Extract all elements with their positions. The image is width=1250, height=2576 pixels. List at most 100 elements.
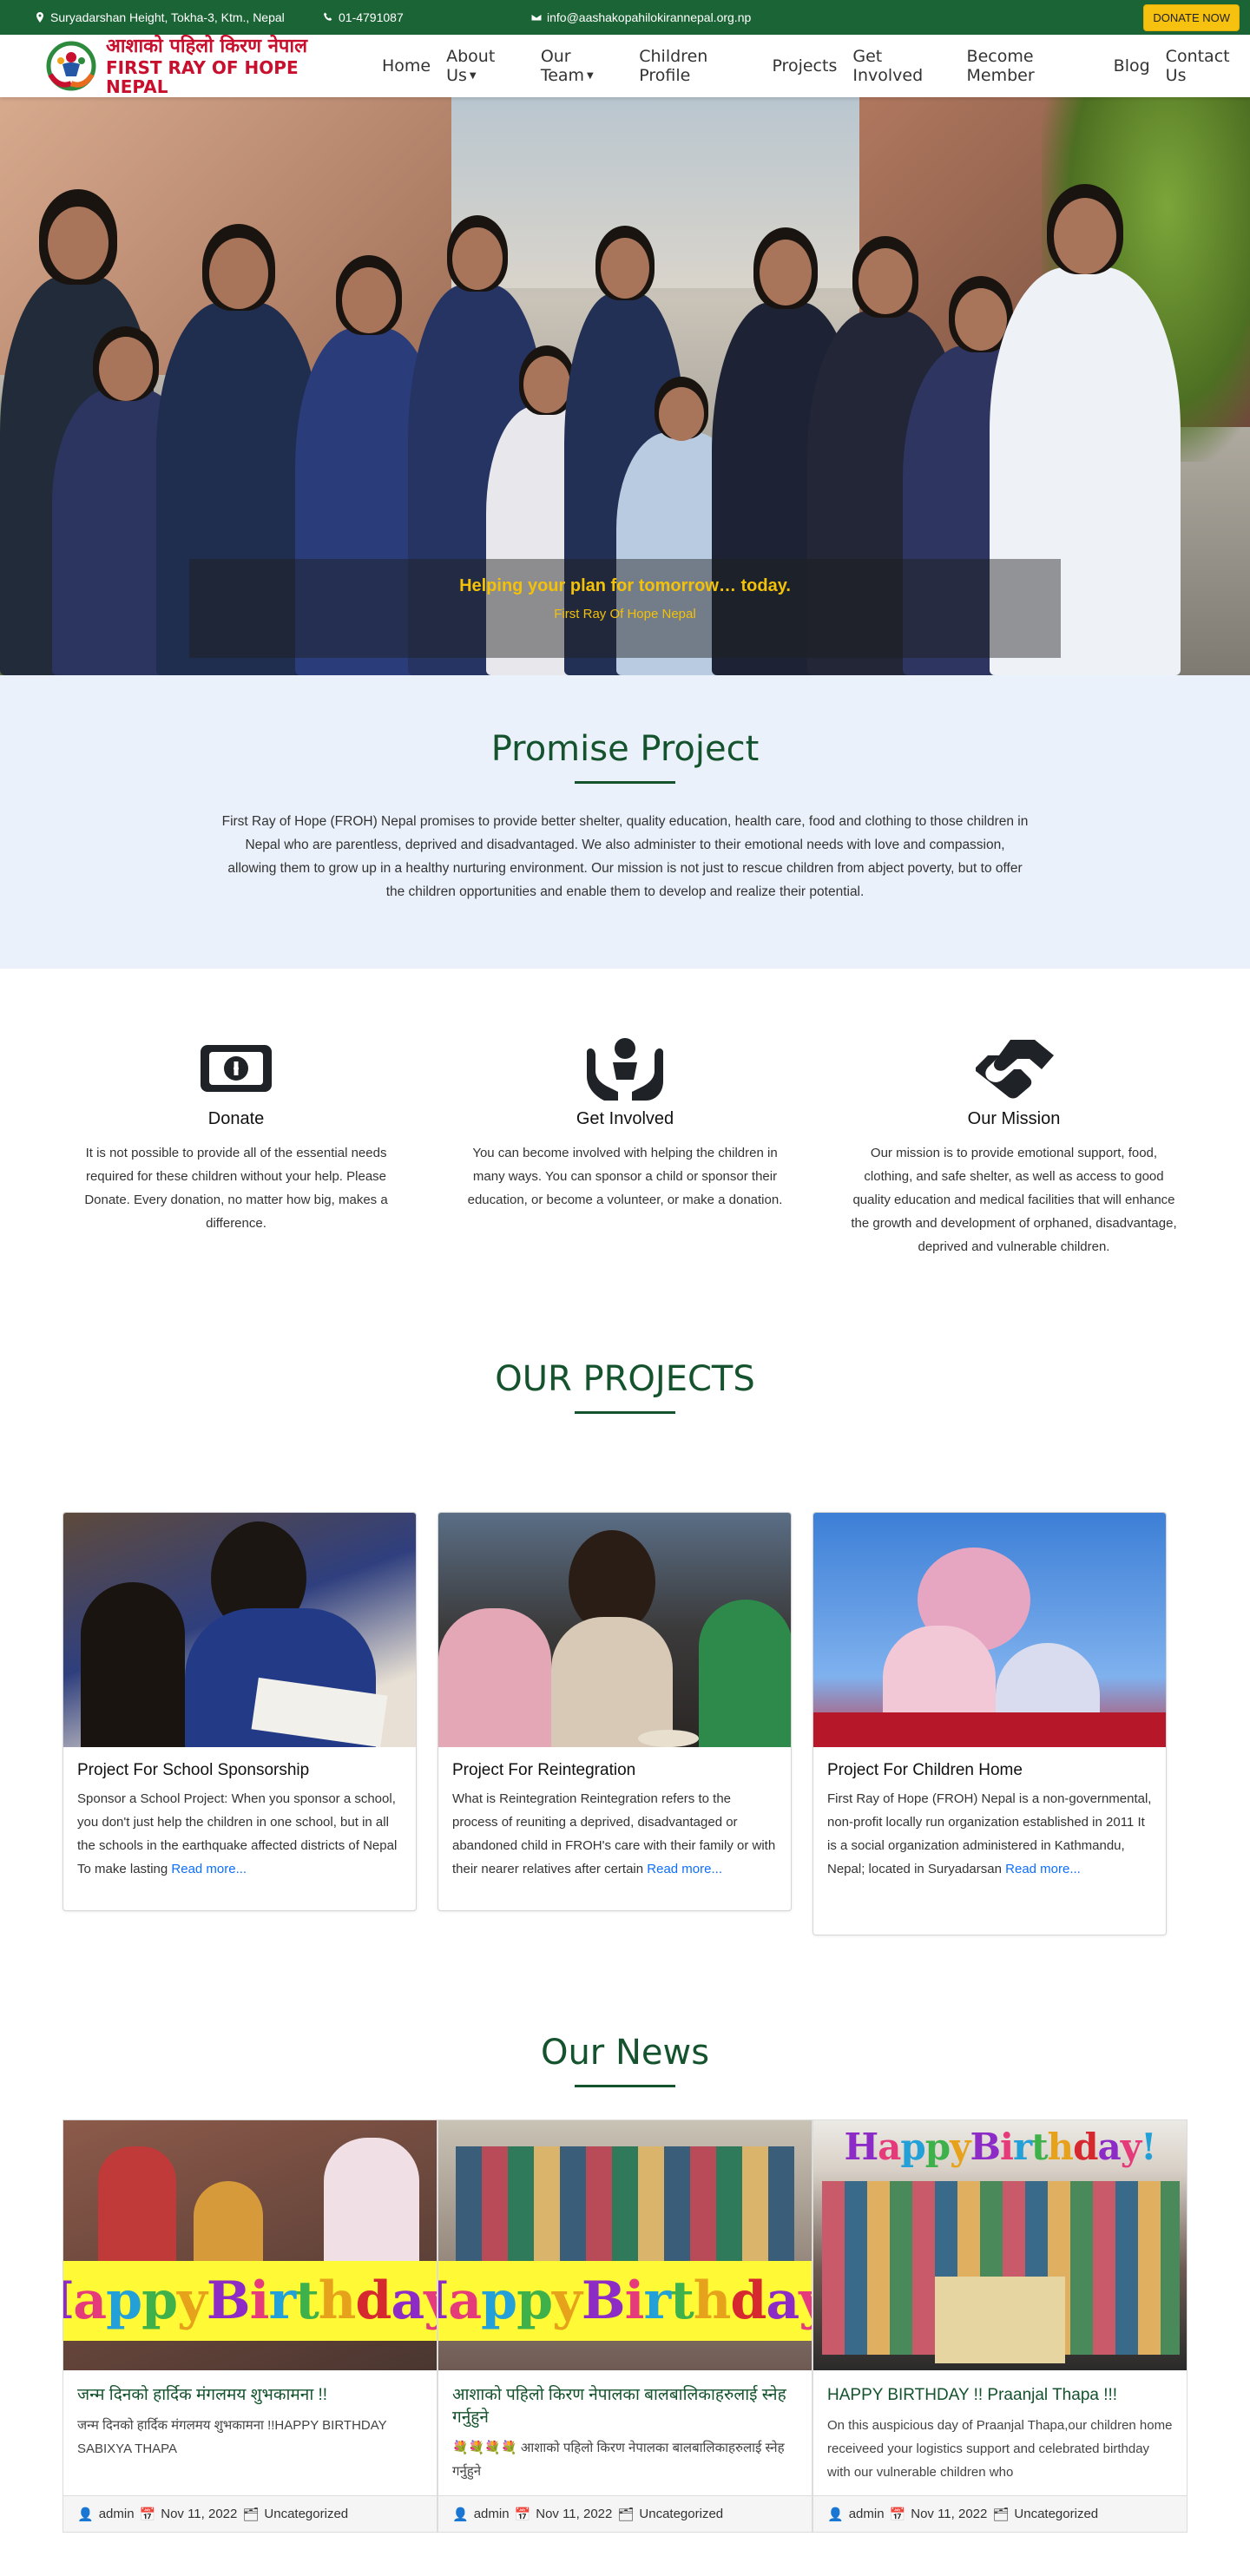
project-title[interactable]: Project For Reintegration — [452, 1761, 777, 1780]
news-author[interactable]: admin — [99, 2507, 135, 2521]
news-date: Nov 11, 2022 — [536, 2507, 613, 2521]
main-menu: Home About Us ▼ Our Team ▼ Children Profil… — [382, 35, 1250, 97]
map-pin-icon — [36, 12, 43, 23]
news-excerpt: On this auspicious day of Praanjal Thapa… — [827, 2418, 1173, 2480]
project-image-reintegration — [438, 1513, 791, 1747]
project-card-reintegration: Project For Reintegration What is Reinte… — [438, 1512, 792, 1911]
projects-title: OUR PROJECTS — [495, 1359, 755, 1399]
project-title[interactable]: Project For School Sponsorship — [77, 1761, 402, 1780]
nav-home[interactable]: Home — [382, 56, 431, 76]
user-icon: 👤 — [77, 2507, 94, 2522]
title-underline — [575, 1411, 675, 1414]
feature-our-mission-text: Our mission is to provide emotional supp… — [851, 1146, 1177, 1254]
project-image-children-home — [813, 1513, 1166, 1747]
hero-caption-title: Helping your plan for tomorrow… today. — [459, 576, 791, 595]
news-meta: 👤 admin 📅 Nov 11, 2022 🗂 Uncategorized — [438, 2495, 812, 2532]
project-image-school-sponsorship — [63, 1513, 416, 1747]
title-underline — [575, 2085, 675, 2087]
address-text: Suryadarshan Height, Tokha-3, Ktm., Nepa… — [50, 10, 285, 24]
logo-name-english: FIRST RAY OF HOPE NEPAL — [106, 57, 299, 97]
user-icon: 👤 — [452, 2507, 469, 2522]
user-icon: 👤 — [827, 2507, 844, 2522]
project-card-school-sponsorship: Project For School Sponsorship Sponsor a… — [62, 1512, 417, 1911]
happy-birthday-banner: Happy Birthday! — [844, 2125, 1156, 2168]
donate-now-button[interactable]: DONATE NOW — [1143, 4, 1240, 31]
read-more-link[interactable]: Read more... — [171, 1862, 247, 1876]
news-excerpt: जन्म दिनको हार्दिक मंगलमय शुभकामना !!HAP… — [77, 2418, 387, 2456]
feature-get-involved: Get Involved You can become involved wit… — [460, 1038, 790, 1212]
calendar-icon: 📅 — [514, 2507, 531, 2522]
site-logo[interactable]: आशाको पहिलो किरण नेपाल FIRST RAY OF HOPE… — [42, 36, 321, 96]
main-navbar: आशाको पहिलो किरण नेपाल FIRST RAY OF HOPE… — [0, 35, 1250, 97]
read-more-link[interactable]: Read more... — [1005, 1862, 1081, 1876]
read-more-link[interactable]: Read more... — [647, 1862, 722, 1876]
happy-birthday-banner: Happy Birthday! — [438, 2261, 812, 2341]
folder-icon: 🗂 — [242, 2507, 260, 2522]
money-bill-icon — [201, 1045, 272, 1092]
news-author[interactable]: admin — [849, 2507, 885, 2521]
feature-get-involved-title: Get Involved — [576, 1109, 674, 1128]
logo-name-nepali: आशाको पहिलो किरण नेपाल — [106, 36, 308, 57]
news-card: Happy Bi r t h d a y! HAPPY BIRTHDAY !! Praanj… — [812, 2119, 1188, 2533]
project-title[interactable]: Project For Children Home — [827, 1761, 1152, 1780]
news-image: Happy Birthday! — [438, 2120, 812, 2370]
news-title[interactable]: HAPPY BIRTHDAY !! Praanjal Thapa !!! — [827, 2384, 1173, 2407]
news-category[interactable]: Uncategorized — [264, 2507, 348, 2521]
envelope-icon — [531, 13, 542, 22]
calendar-icon: 📅 — [889, 2507, 906, 2522]
promise-project-section: Promise Project First Ray of Hope (FROH)… — [0, 675, 1250, 969]
nav-become-member[interactable]: Become Member — [967, 47, 1098, 85]
phone-info[interactable]: 01-4791087 — [323, 10, 404, 24]
news-image: Happy Birthday! — [63, 2120, 437, 2370]
news-title[interactable]: जन्म दिनको हार्दिक मंगलमय शुभकामना !! — [77, 2384, 423, 2407]
news-title: Our News — [540, 2033, 710, 2073]
hero-caption-subtitle: First Ray Of Hope Nepal — [554, 607, 696, 621]
nav-get-involved[interactable]: Get Involved — [852, 47, 951, 85]
news-meta: 👤 admin 📅 Nov 11, 2022 🗂 Uncategorized — [63, 2495, 437, 2532]
address-info: Suryadarshan Height, Tokha-3, Ktm., Nepa… — [35, 10, 285, 24]
folder-icon: 🗂 — [617, 2507, 635, 2522]
email-info[interactable]: info@aashakopahilokirannepal.org.np — [531, 10, 751, 24]
top-bar: Suryadarshan Height, Tokha-3, Ktm., Nepa… — [0, 0, 1250, 35]
news-excerpt: 💐💐💐💐 आशाकाे पहिलाे किरण नेपालका बालबालिक… — [452, 2441, 785, 2479]
hero-carousel: Helping your plan for tomorrow… today. F… — [0, 97, 1250, 675]
news-author[interactable]: admin — [474, 2507, 510, 2521]
phone-icon — [324, 12, 332, 21]
news-title[interactable]: आशाकाे पहिलाे किरण नेपालका बालबालिकाहरुल… — [452, 2384, 798, 2429]
caret-down-icon: ▼ — [469, 71, 477, 81]
logo-emblem — [42, 40, 101, 92]
caret-down-icon: ▼ — [587, 71, 594, 81]
handshake-icon — [976, 1040, 1054, 1099]
promise-title: Promise Project — [490, 729, 760, 769]
feature-donate: Donate It is not possible to provide all… — [71, 1038, 401, 1235]
hero-caption: Helping your plan for tomorrow… today. F… — [189, 559, 1061, 658]
title-underline — [575, 781, 675, 784]
news-card: Happy Birthday! आशाकाे पहिलाे किरण नेपाल… — [438, 2119, 812, 2533]
feature-donate-title: Donate — [207, 1109, 265, 1128]
feature-get-involved-text: You can become involved with helping the… — [467, 1146, 783, 1207]
project-text: First Ray of Hope (FROH) Nepal is a non-… — [827, 1787, 1152, 1881]
news-meta: 👤 admin 📅 Nov 11, 2022 🗂 Uncategorized — [813, 2495, 1187, 2532]
promise-text: First Ray of Hope (FROH) Nepal promises … — [221, 814, 1029, 899]
project-text-body: First Ray of Hope (FROH) Nepal is a non-… — [827, 1791, 1152, 1876]
nav-about-us[interactable]: About Us ▼ — [446, 47, 525, 85]
nav-contact-us[interactable]: Contact Us — [1166, 47, 1250, 85]
nav-children-profile[interactable]: Children Profile — [639, 47, 756, 85]
news-date: Nov 11, 2022 — [161, 2507, 238, 2521]
phone-text[interactable]: 01-4791087 — [339, 10, 404, 24]
feature-our-mission-title: Our Mission — [967, 1109, 1061, 1128]
news-category[interactable]: Uncategorized — [639, 2507, 723, 2521]
project-text-body: What is Reintegration Reintegration refe… — [452, 1791, 776, 1876]
project-card-children-home: Project For Children Home First Ray of H… — [812, 1512, 1167, 1935]
nav-blog[interactable]: Blog — [1114, 56, 1150, 76]
nav-our-team[interactable]: Our Team ▼ — [541, 47, 623, 85]
project-text: What is Reintegration Reintegration refe… — [452, 1787, 777, 1881]
features-section: Donate It is not possible to provide all… — [0, 969, 1250, 1359]
email-text[interactable]: info@aashakopahilokirannepal.org.np — [547, 10, 751, 24]
news-section-header: Our News — [0, 2033, 1250, 2087]
nav-projects[interactable]: Projects — [772, 56, 837, 76]
feature-our-mission: Our Mission Our mission is to provide em… — [849, 1038, 1179, 1258]
calendar-icon: 📅 — [139, 2507, 156, 2522]
news-card: Happy Birthday! जन्म दिनको हार्दिक मंगलम… — [62, 2119, 438, 2533]
news-category[interactable]: Uncategorized — [1014, 2507, 1098, 2521]
